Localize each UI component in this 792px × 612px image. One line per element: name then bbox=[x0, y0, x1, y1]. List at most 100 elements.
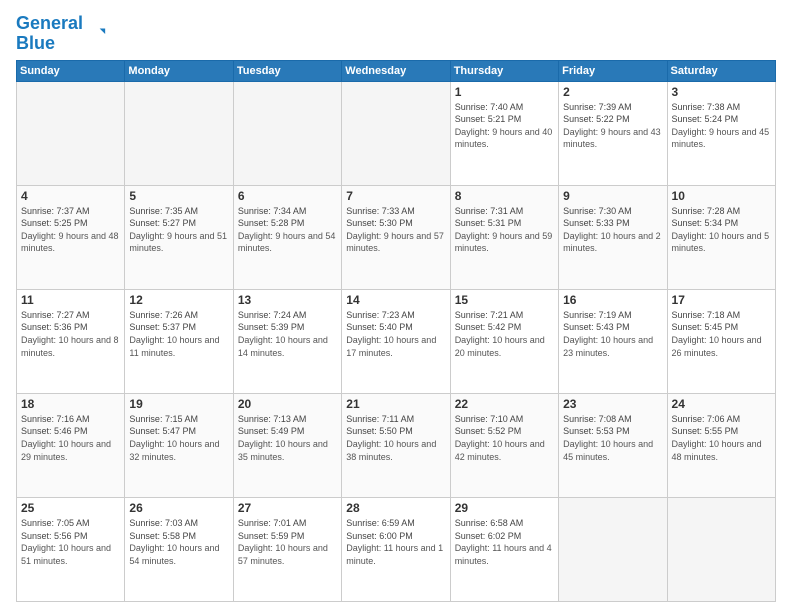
day-number: 27 bbox=[238, 501, 337, 515]
day-info: Sunrise: 7:27 AMSunset: 5:36 PMDaylight:… bbox=[21, 309, 120, 359]
day-info: Sunrise: 7:16 AMSunset: 5:46 PMDaylight:… bbox=[21, 413, 120, 463]
day-info: Sunrise: 6:59 AMSunset: 6:00 PMDaylight:… bbox=[346, 517, 445, 567]
calendar-cell: 23 Sunrise: 7:08 AMSunset: 5:53 PMDayligh… bbox=[559, 393, 667, 497]
day-number: 16 bbox=[563, 293, 662, 307]
calendar-header-row: SundayMondayTuesdayWednesdayThursdayFrid… bbox=[17, 60, 776, 81]
day-info: Sunrise: 7:30 AMSunset: 5:33 PMDaylight:… bbox=[563, 205, 662, 255]
day-info: Sunrise: 7:05 AMSunset: 5:56 PMDaylight:… bbox=[21, 517, 120, 567]
day-info: Sunrise: 7:01 AMSunset: 5:59 PMDaylight:… bbox=[238, 517, 337, 567]
calendar-cell: 1Sunrise: 7:40 AMSunset: 5:21 PMDaylight… bbox=[450, 81, 558, 185]
logo-general: General bbox=[16, 13, 83, 33]
calendar-cell: 3 Sunrise: 7:38 AMSunset: 5:24 PMDaylight… bbox=[667, 81, 775, 185]
day-number: 2 bbox=[563, 85, 662, 99]
day-number: 5 bbox=[129, 189, 228, 203]
day-info: Sunrise: 7:03 AMSunset: 5:58 PMDaylight:… bbox=[129, 517, 228, 567]
calendar-cell: 6Sunrise: 7:34 AMSunset: 5:28 PMDaylight… bbox=[233, 185, 341, 289]
calendar-cell: 12 Sunrise: 7:26 AMSunset: 5:37 PMDayligh… bbox=[125, 289, 233, 393]
day-number: 8 bbox=[455, 189, 554, 203]
calendar-week-row: 18 Sunrise: 7:16 AMSunset: 5:46 PMDayligh… bbox=[17, 393, 776, 497]
calendar-cell: 16 Sunrise: 7:19 AMSunset: 5:43 PMDayligh… bbox=[559, 289, 667, 393]
calendar-cell: 19 Sunrise: 7:15 AMSunset: 5:47 PMDayligh… bbox=[125, 393, 233, 497]
day-info: Sunrise: 7:13 AMSunset: 5:49 PMDaylight:… bbox=[238, 413, 337, 463]
day-number: 29 bbox=[455, 501, 554, 515]
calendar-cell: 27 Sunrise: 7:01 AMSunset: 5:59 PMDayligh… bbox=[233, 497, 341, 601]
day-number: 20 bbox=[238, 397, 337, 411]
calendar-cell: 9 Sunrise: 7:30 AMSunset: 5:33 PMDaylight… bbox=[559, 185, 667, 289]
day-number: 9 bbox=[563, 189, 662, 203]
day-info: Sunrise: 7:11 AMSunset: 5:50 PMDaylight:… bbox=[346, 413, 445, 463]
logo: General Blue bbox=[16, 14, 107, 54]
day-number: 17 bbox=[672, 293, 771, 307]
day-info: Sunrise: 7:19 AMSunset: 5:43 PMDaylight:… bbox=[563, 309, 662, 359]
calendar-cell: 14 Sunrise: 7:23 AMSunset: 5:40 PMDayligh… bbox=[342, 289, 450, 393]
col-header-thursday: Thursday bbox=[450, 60, 558, 81]
calendar-cell bbox=[559, 497, 667, 601]
calendar-cell: 18 Sunrise: 7:16 AMSunset: 5:46 PMDayligh… bbox=[17, 393, 125, 497]
calendar-cell bbox=[17, 81, 125, 185]
calendar-cell: 17 Sunrise: 7:18 AMSunset: 5:45 PMDayligh… bbox=[667, 289, 775, 393]
calendar-cell bbox=[233, 81, 341, 185]
day-info: Sunrise: 7:26 AMSunset: 5:37 PMDaylight:… bbox=[129, 309, 228, 359]
calendar-cell: 29 Sunrise: 6:58 AMSunset: 6:02 PMDayligh… bbox=[450, 497, 558, 601]
calendar-cell: 28Sunrise: 6:59 AMSunset: 6:00 PMDayligh… bbox=[342, 497, 450, 601]
day-number: 1 bbox=[455, 85, 554, 99]
day-info: Sunrise: 7:15 AMSunset: 5:47 PMDaylight:… bbox=[129, 413, 228, 463]
logo-text: General Blue bbox=[16, 14, 83, 54]
day-number: 15 bbox=[455, 293, 554, 307]
day-info: Sunrise: 7:21 AMSunset: 5:42 PMDaylight:… bbox=[455, 309, 554, 359]
calendar-cell: 13Sunrise: 7:24 AMSunset: 5:39 PMDayligh… bbox=[233, 289, 341, 393]
calendar-cell: 20 Sunrise: 7:13 AMSunset: 5:49 PMDayligh… bbox=[233, 393, 341, 497]
calendar-cell: 24 Sunrise: 7:06 AMSunset: 5:55 PMDayligh… bbox=[667, 393, 775, 497]
day-number: 26 bbox=[129, 501, 228, 515]
logo-icon bbox=[85, 23, 107, 45]
calendar-cell: 5Sunrise: 7:35 AMSunset: 5:27 PMDaylight… bbox=[125, 185, 233, 289]
calendar-cell: 7Sunrise: 7:33 AMSunset: 5:30 PMDaylight… bbox=[342, 185, 450, 289]
day-number: 14 bbox=[346, 293, 445, 307]
calendar-cell: 10Sunrise: 7:28 AMSunset: 5:34 PMDayligh… bbox=[667, 185, 775, 289]
col-header-monday: Monday bbox=[125, 60, 233, 81]
calendar-week-row: 4 Sunrise: 7:37 AMSunset: 5:25 PMDaylight… bbox=[17, 185, 776, 289]
col-header-tuesday: Tuesday bbox=[233, 60, 341, 81]
col-header-wednesday: Wednesday bbox=[342, 60, 450, 81]
calendar-week-row: 25 Sunrise: 7:05 AMSunset: 5:56 PMDayligh… bbox=[17, 497, 776, 601]
day-info: Sunrise: 7:08 AMSunset: 5:53 PMDaylight:… bbox=[563, 413, 662, 463]
day-number: 11 bbox=[21, 293, 120, 307]
day-info: Sunrise: 7:24 AMSunset: 5:39 PMDaylight:… bbox=[238, 309, 337, 359]
day-info: Sunrise: 7:06 AMSunset: 5:55 PMDaylight:… bbox=[672, 413, 771, 463]
day-number: 12 bbox=[129, 293, 228, 307]
calendar-cell bbox=[125, 81, 233, 185]
calendar-cell: 25 Sunrise: 7:05 AMSunset: 5:56 PMDayligh… bbox=[17, 497, 125, 601]
calendar-week-row: 1Sunrise: 7:40 AMSunset: 5:21 PMDaylight… bbox=[17, 81, 776, 185]
day-number: 18 bbox=[21, 397, 120, 411]
day-number: 25 bbox=[21, 501, 120, 515]
calendar-cell bbox=[667, 497, 775, 601]
day-info: Sunrise: 7:23 AMSunset: 5:40 PMDaylight:… bbox=[346, 309, 445, 359]
day-info: Sunrise: 7:37 AMSunset: 5:25 PMDaylight:… bbox=[21, 205, 120, 255]
day-info: Sunrise: 7:39 AMSunset: 5:22 PMDaylight:… bbox=[563, 101, 662, 151]
calendar-cell: 22 Sunrise: 7:10 AMSunset: 5:52 PMDayligh… bbox=[450, 393, 558, 497]
calendar-cell: 8 Sunrise: 7:31 AMSunset: 5:31 PMDaylight… bbox=[450, 185, 558, 289]
day-info: Sunrise: 7:28 AMSunset: 5:34 PMDaylight:… bbox=[672, 205, 771, 255]
calendar-week-row: 11 Sunrise: 7:27 AMSunset: 5:36 PMDayligh… bbox=[17, 289, 776, 393]
day-number: 7 bbox=[346, 189, 445, 203]
day-number: 19 bbox=[129, 397, 228, 411]
day-info: Sunrise: 7:31 AMSunset: 5:31 PMDaylight:… bbox=[455, 205, 554, 255]
col-header-saturday: Saturday bbox=[667, 60, 775, 81]
logo-blue: Blue bbox=[16, 33, 55, 53]
day-number: 22 bbox=[455, 397, 554, 411]
calendar-cell: 11 Sunrise: 7:27 AMSunset: 5:36 PMDayligh… bbox=[17, 289, 125, 393]
calendar-cell: 4 Sunrise: 7:37 AMSunset: 5:25 PMDaylight… bbox=[17, 185, 125, 289]
calendar-cell: 21Sunrise: 7:11 AMSunset: 5:50 PMDayligh… bbox=[342, 393, 450, 497]
calendar-table: SundayMondayTuesdayWednesdayThursdayFrid… bbox=[16, 60, 776, 602]
day-info: Sunrise: 7:38 AMSunset: 5:24 PMDaylight:… bbox=[672, 101, 771, 151]
day-number: 4 bbox=[21, 189, 120, 203]
day-number: 24 bbox=[672, 397, 771, 411]
calendar-cell bbox=[342, 81, 450, 185]
day-info: Sunrise: 7:10 AMSunset: 5:52 PMDaylight:… bbox=[455, 413, 554, 463]
day-number: 23 bbox=[563, 397, 662, 411]
calendar-cell: 15 Sunrise: 7:21 AMSunset: 5:42 PMDayligh… bbox=[450, 289, 558, 393]
day-info: Sunrise: 7:18 AMSunset: 5:45 PMDaylight:… bbox=[672, 309, 771, 359]
day-number: 3 bbox=[672, 85, 771, 99]
day-number: 6 bbox=[238, 189, 337, 203]
day-info: Sunrise: 6:58 AMSunset: 6:02 PMDaylight:… bbox=[455, 517, 554, 567]
